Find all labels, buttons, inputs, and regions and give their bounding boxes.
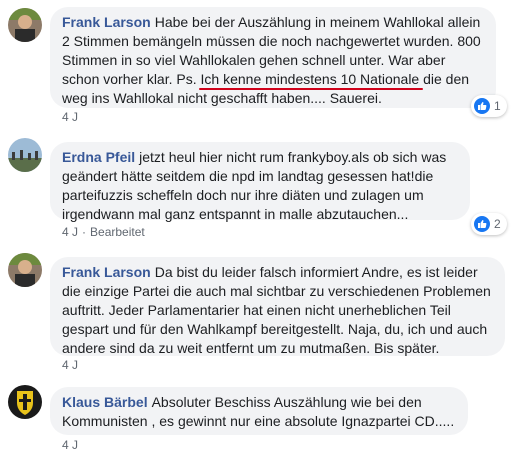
- reaction-count[interactable]: 1: [471, 95, 507, 117]
- comment-time[interactable]: 4 J: [62, 438, 78, 452]
- reaction-count[interactable]: 2: [471, 213, 507, 235]
- comment-bubble: Frank Larson Habe bei der Auszählung in m…: [50, 7, 496, 108]
- comment-time[interactable]: 4 J: [62, 358, 78, 372]
- avatar[interactable]: [8, 138, 42, 172]
- like-icon: [474, 216, 490, 232]
- comment-time[interactable]: 4 J: [62, 110, 78, 124]
- avatar[interactable]: [8, 8, 42, 42]
- comment-bubble: Klaus Bärbel Absoluter Beschiss Auszählun…: [50, 387, 468, 435]
- reaction-number: 1: [494, 99, 501, 113]
- reaction-number: 2: [494, 217, 501, 231]
- comment-author[interactable]: Klaus Bärbel: [62, 394, 148, 410]
- comment-author[interactable]: Erdna Pfeil: [62, 149, 135, 165]
- comment-author[interactable]: Frank Larson: [62, 14, 151, 30]
- avatar[interactable]: [8, 253, 42, 287]
- comment-bubble: Frank Larson Da bist du leider falsch inf…: [50, 257, 505, 356]
- edited-label[interactable]: Bearbeitet: [90, 225, 145, 239]
- comment-bubble: Erdna Pfeil jetzt heul hier nicht rum fra…: [50, 142, 470, 222]
- comment-meta: 4 J: [62, 110, 78, 124]
- comment-meta: 4 J: [62, 438, 78, 452]
- like-icon: [474, 98, 490, 114]
- comment-time[interactable]: 4 J: [62, 225, 78, 239]
- comment-author[interactable]: Frank Larson: [62, 264, 151, 280]
- highlighted-text: Ich kenne mindestens 10 Nationale: [200, 71, 420, 87]
- avatar[interactable]: [8, 385, 42, 419]
- comment-meta: 4 J · Bearbeitet: [62, 225, 145, 239]
- comment-meta: 4 J: [62, 358, 78, 372]
